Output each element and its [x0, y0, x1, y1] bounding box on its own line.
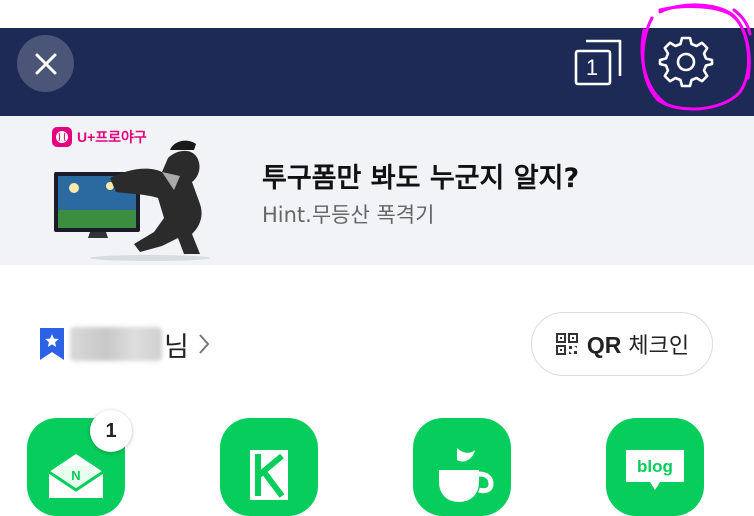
close-icon: [35, 53, 56, 74]
blog-icon: blog: [626, 450, 684, 490]
tabs-button[interactable]: 1: [574, 38, 626, 88]
app-blog[interactable]: blog: [606, 418, 704, 516]
close-button[interactable]: [17, 35, 74, 92]
tv-pitcher-illustration: [54, 140, 210, 261]
bookmark-k-icon: [250, 450, 288, 500]
svg-text:N: N: [71, 468, 80, 483]
status-bar-area: [0, 0, 754, 28]
banner-logo: U+프로야구: [52, 126, 147, 148]
checkin-label: 체크인: [628, 334, 690, 359]
qr-checkin-label: QR 체크인: [587, 328, 689, 360]
chevron-right-icon: [199, 334, 210, 354]
user-name-blurred: [70, 327, 162, 361]
cafe-cup-icon: [439, 448, 494, 502]
banner-title: 투구폼만 봐도 누군지 알지?: [262, 163, 580, 194]
baseball-icon: [52, 127, 72, 147]
tab-count: 1: [585, 55, 599, 80]
qr-checkin-button[interactable]: QR 체크인: [531, 312, 713, 376]
app-calendar[interactable]: [220, 418, 318, 516]
user-profile-link[interactable]: 님: [38, 322, 211, 366]
blog-icon-label: blog: [637, 457, 673, 476]
logo-text: U+프로야구: [77, 129, 147, 145]
mail-badge: 1: [90, 410, 132, 452]
banner-subtitle: Hint.무등산 폭격기: [262, 203, 435, 227]
app-cafe[interactable]: [413, 418, 511, 516]
user-suffix: 님: [164, 331, 189, 363]
qr-scan-icon: [555, 333, 578, 355]
gear-icon: [658, 36, 714, 88]
bookmark-star-icon: [40, 328, 64, 360]
top-header: [0, 28, 754, 116]
qr-label: QR: [586, 332, 622, 358]
settings-button[interactable]: [658, 34, 714, 90]
